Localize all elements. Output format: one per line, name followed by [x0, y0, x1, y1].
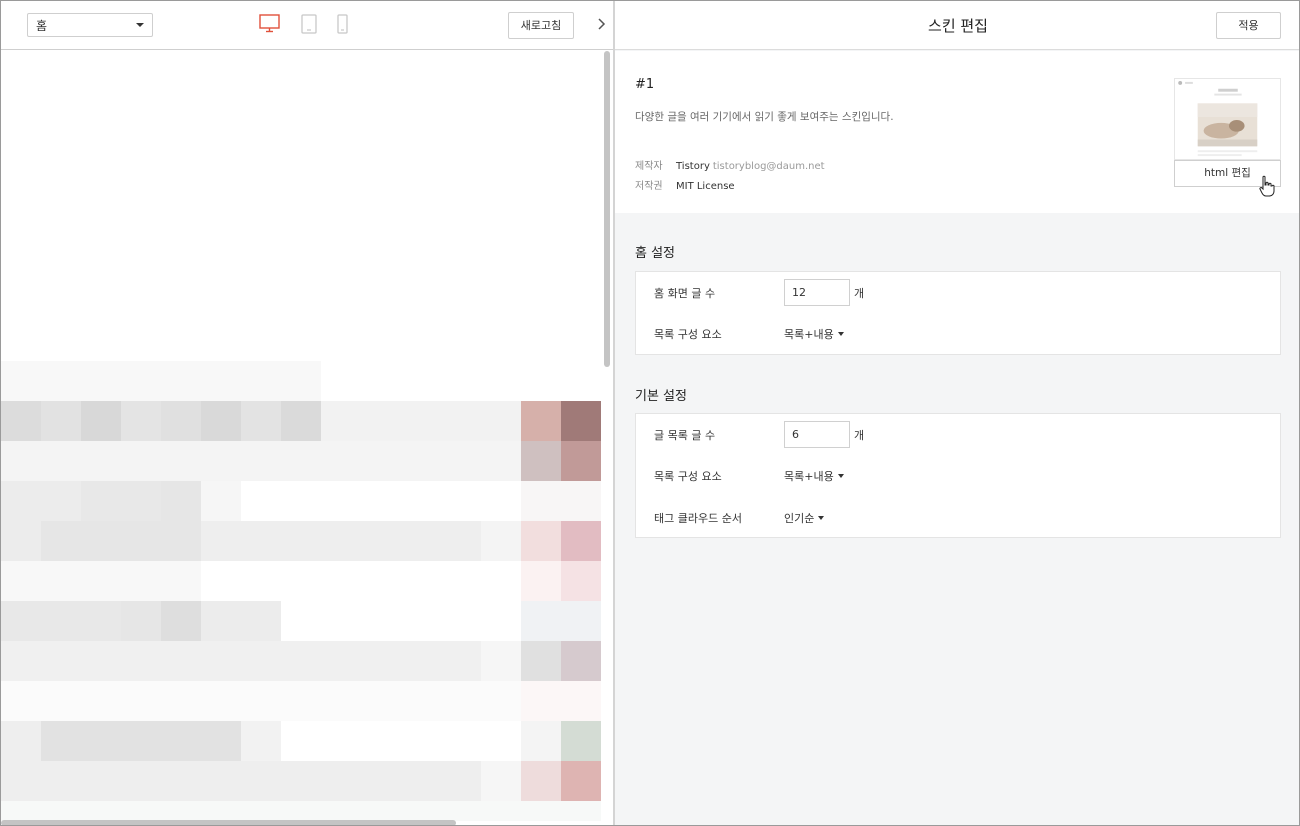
list-count-unit: 개: [854, 429, 865, 442]
basic-list-element-row: 목록 구성 요소 목록+내용: [636, 461, 1280, 491]
maker-email: tistoryblog@daum.net: [712, 161, 825, 172]
tag-cloud-row: 태그 클라우드 순서 인기순: [636, 503, 1280, 533]
home-list-element-row: 목록 구성 요소 목록+내용: [636, 319, 1280, 349]
skin-description: 다양한 글을 여러 기기에서 읽기 좋게 보여주는 스킨입니다.: [635, 111, 894, 123]
basic-list-element-value: 목록+내용: [784, 470, 834, 483]
hand-cursor-icon: [1259, 175, 1275, 197]
list-count-input[interactable]: 6: [784, 421, 850, 448]
home-settings-card: 홈 화면 글 수 12 개 목록 구성 요소 목록+내용: [635, 271, 1281, 355]
home-list-element-dropdown[interactable]: 목록+내용: [784, 326, 844, 342]
preview-vertical-scrollbar[interactable]: [604, 51, 610, 367]
tag-cloud-value: 인기순: [784, 512, 815, 525]
tag-cloud-dropdown[interactable]: 인기순: [784, 510, 825, 526]
maker-label: 제작자: [635, 161, 663, 172]
list-count-label: 글 목록 글 수: [654, 429, 716, 442]
home-post-count-label: 홈 화면 글 수: [654, 287, 716, 300]
basic-settings-title: 기본 설정: [635, 389, 687, 404]
preview-toolbar: 홈 새로고침: [1, 1, 613, 50]
skin-editor-pane: 스킨 편집 적용 #1 다양한 글을 여러 기기에서 읽기 좋게 보여주는 스킨…: [615, 1, 1299, 825]
page-title: 스킨 편집: [928, 17, 988, 35]
tag-cloud-label: 태그 클라우드 순서: [654, 512, 742, 525]
home-settings-title: 홈 설정: [635, 246, 676, 261]
skin-number: #1: [635, 77, 655, 92]
skin-license-row: 저작권 MIT License: [635, 177, 735, 192]
skin-maker-row: 제작자 Tistory tistoryblog@daum.net: [635, 157, 825, 172]
blurred-blog-preview: [1, 361, 601, 821]
home-post-count-row: 홈 화면 글 수 12 개: [636, 278, 1280, 308]
home-post-count-unit: 개: [854, 287, 865, 300]
editor-header: 스킨 편집 적용: [615, 1, 1299, 50]
page-select-value: 홈: [36, 19, 48, 33]
desktop-icon[interactable]: [259, 14, 280, 33]
mobile-icon[interactable]: [337, 14, 348, 34]
basic-settings-card: 글 목록 글 수 6 개 목록 구성 요소 목록+내용 태그 클라우드 순서 인…: [635, 413, 1281, 538]
skin-thumbnail: [1174, 78, 1281, 160]
home-list-element-value: 목록+내용: [784, 328, 834, 341]
license-value: MIT License: [676, 181, 735, 192]
blog-preview-frame[interactable]: [1, 51, 601, 821]
license-label: 저작권: [635, 181, 663, 192]
basic-list-element-label: 목록 구성 요소: [654, 470, 722, 483]
caret-down-icon: [837, 474, 844, 478]
apply-button[interactable]: 적용: [1216, 12, 1281, 39]
basic-list-element-dropdown[interactable]: 목록+내용: [784, 468, 844, 484]
caret-down-icon: [837, 332, 844, 336]
page-select[interactable]: 홈: [27, 13, 153, 37]
tablet-icon[interactable]: [301, 14, 317, 34]
home-list-element-label: 목록 구성 요소: [654, 328, 722, 341]
refresh-button[interactable]: 새로고침: [508, 12, 574, 39]
preview-pane: 홈 새로고침: [1, 1, 613, 825]
preview-horizontal-scrollbar[interactable]: [1, 820, 456, 825]
caret-down-icon: [818, 516, 825, 520]
chevron-down-icon: [136, 23, 144, 27]
home-post-count-input[interactable]: 12: [784, 279, 850, 306]
maker-name: Tistory: [676, 161, 710, 172]
chevron-right-icon[interactable]: [596, 17, 606, 31]
app-window: 홈 새로고침 스킨 편집 적용 #1 다양한 글을 여러 기기에서 읽기 좋게 …: [0, 0, 1300, 826]
list-count-row: 글 목록 글 수 6 개: [636, 420, 1280, 450]
skin-info-panel: #1 다양한 글을 여러 기기에서 읽기 좋게 보여주는 스킨입니다. 제작자 T…: [615, 51, 1299, 213]
